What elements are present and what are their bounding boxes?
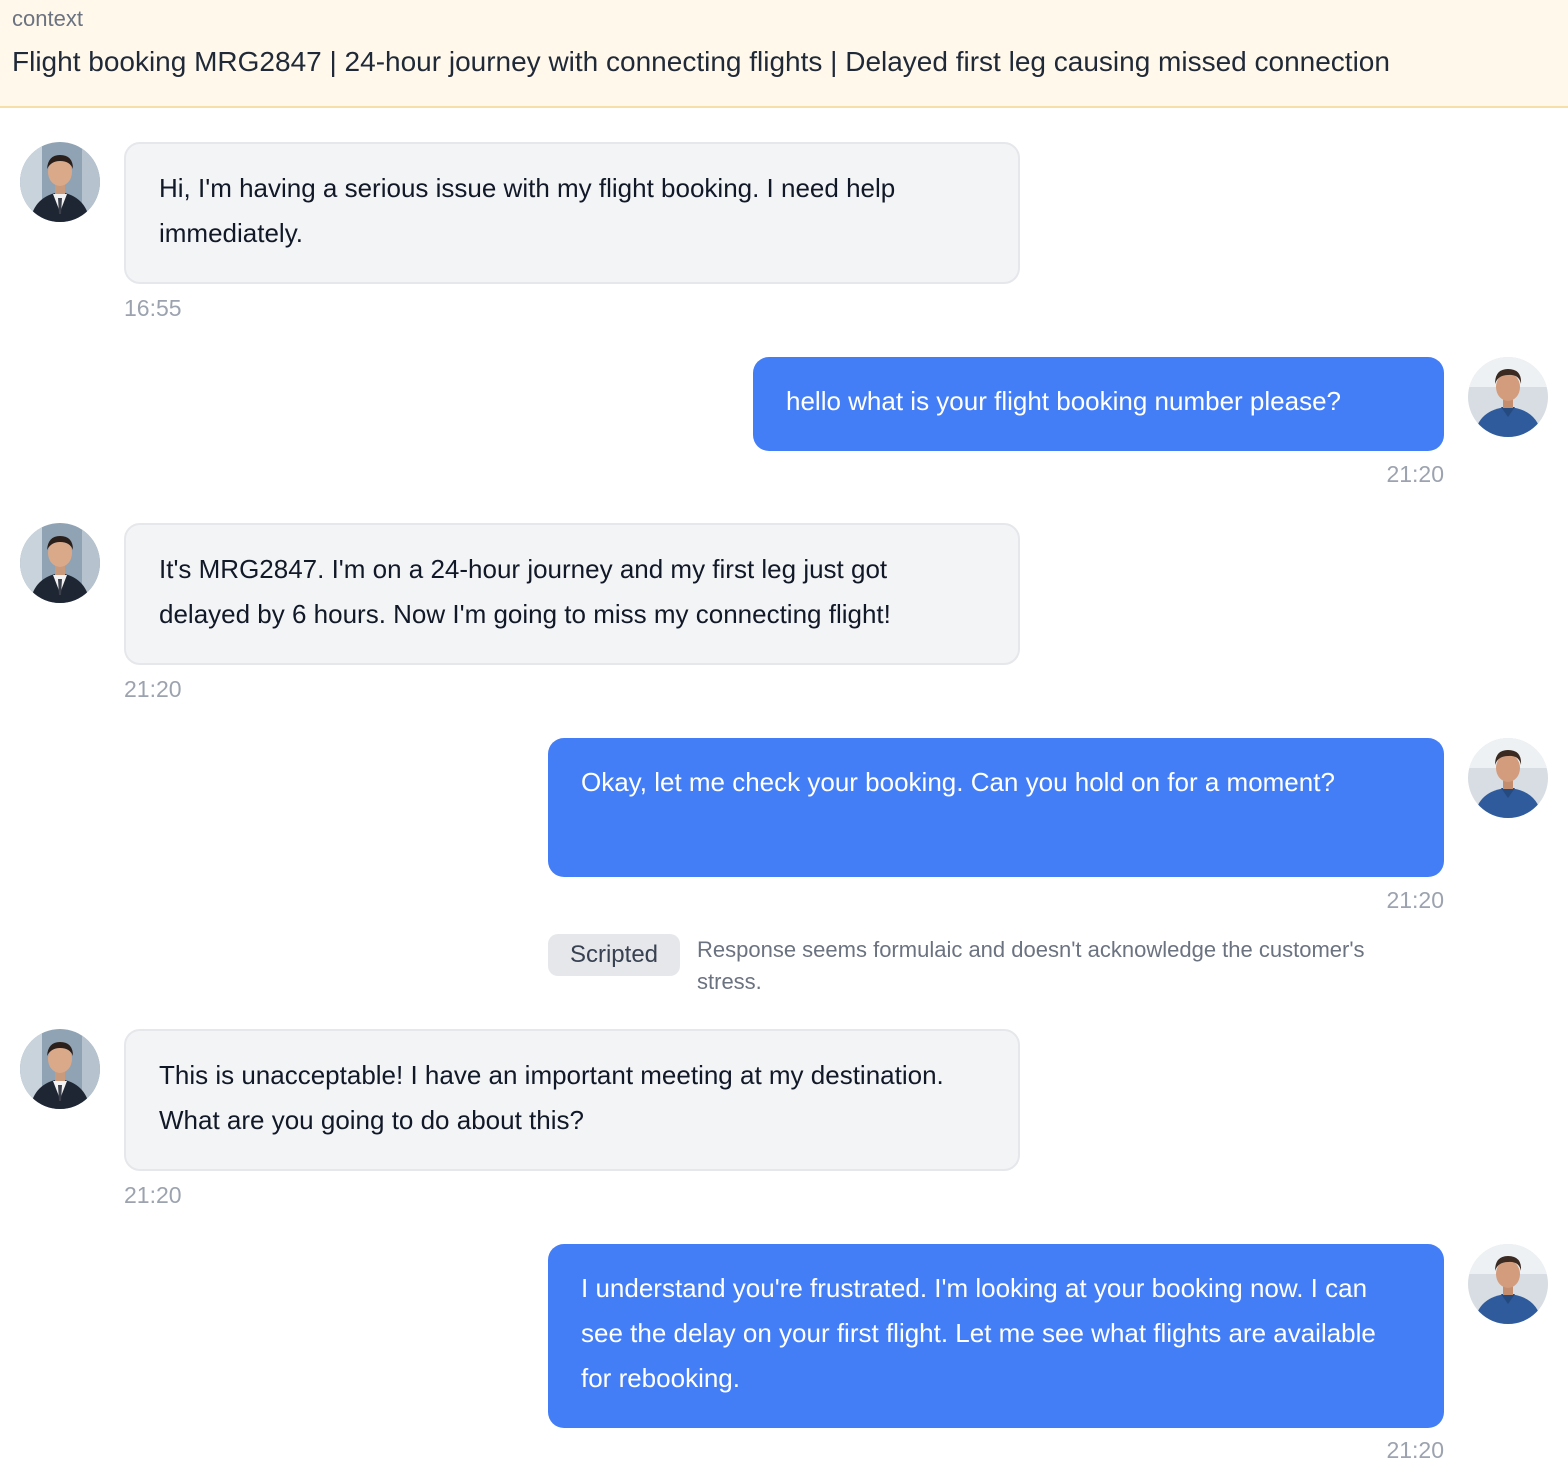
- agent-avatar-icon: [1468, 357, 1548, 437]
- customer-avatar: [20, 523, 100, 603]
- agent-avatar-icon: [1468, 738, 1548, 818]
- message-timestamp: 21:20: [124, 1182, 182, 1208]
- message-timestamp: 16:55: [124, 295, 182, 321]
- feedback-note: Response seems formulaic and doesn't ack…: [697, 937, 1365, 994]
- agent-message-bubble: Okay, let me check your booking. Can you…: [548, 738, 1444, 877]
- feedback-tag-scripted[interactable]: Scripted: [548, 934, 680, 976]
- agent-avatar: [1468, 1244, 1548, 1324]
- customer-message-bubble: Hi, I'm having a serious issue with my f…: [124, 142, 1020, 284]
- agent-avatar-icon: [1468, 1244, 1548, 1324]
- agent-avatar: [1468, 357, 1548, 437]
- context-label: context: [12, 6, 83, 31]
- customer-message-bubble: It's MRG2847. I'm on a 24-hour journey a…: [124, 523, 1020, 665]
- agent-message-bubble: I understand you're frustrated. I'm look…: [548, 1244, 1444, 1428]
- customer-avatar-icon: [20, 142, 100, 222]
- message-timestamp: 21:20: [1386, 887, 1444, 913]
- customer-avatar-icon: [20, 523, 100, 603]
- agent-message-bubble: hello what is your flight booking number…: [753, 357, 1444, 451]
- context-banner: context Flight booking MRG2847 | 24-hour…: [0, 0, 1568, 108]
- agent-avatar: [1468, 738, 1548, 818]
- customer-avatar: [20, 142, 100, 222]
- message-timestamp: 21:20: [1386, 461, 1444, 487]
- customer-message-bubble: This is unacceptable! I have an importan…: [124, 1029, 1020, 1171]
- context-text: Flight booking MRG2847 | 24-hour journey…: [12, 46, 1390, 77]
- message-timestamp: 21:20: [1386, 1437, 1444, 1463]
- message-timestamp: 21:20: [124, 676, 182, 702]
- customer-avatar: [20, 1029, 100, 1109]
- customer-avatar-icon: [20, 1029, 100, 1109]
